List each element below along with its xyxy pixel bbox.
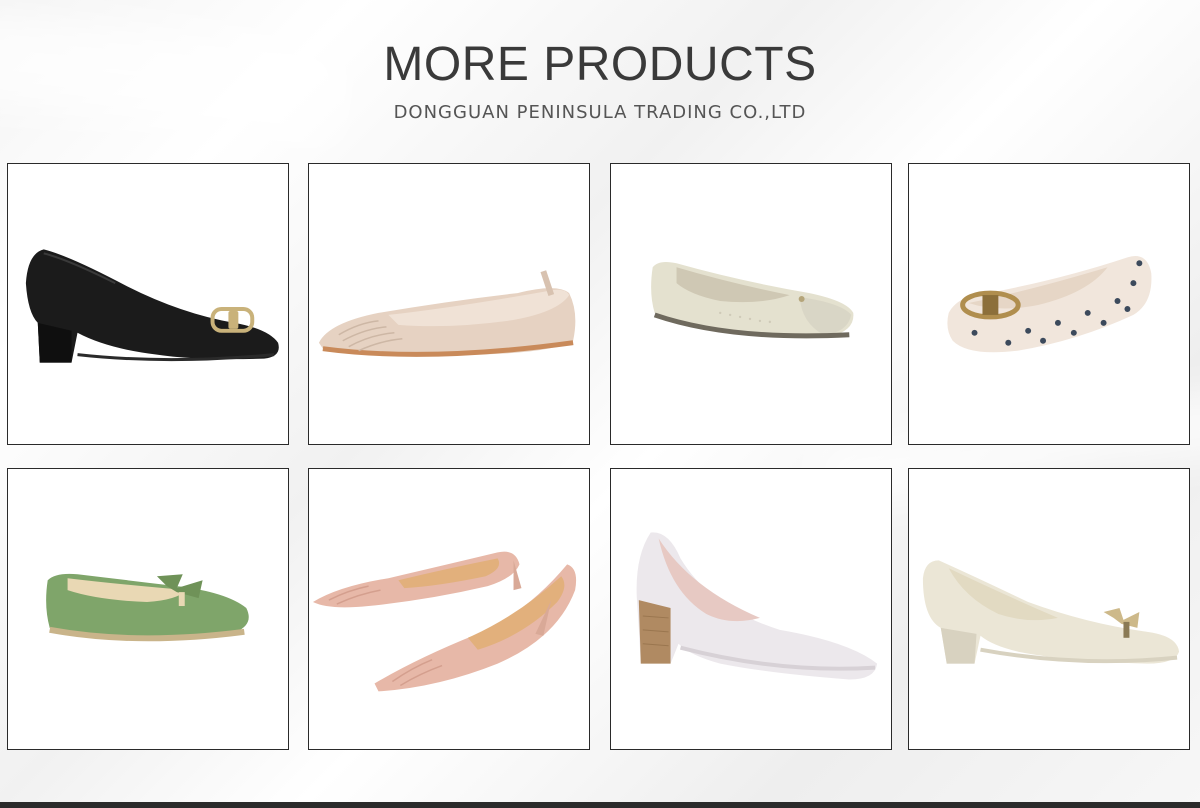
black-block-heel-pump-icon: [25, 249, 279, 363]
product-tile-5[interactable]: [7, 468, 289, 750]
cream-perforated-flat-icon: [651, 261, 854, 339]
bow-print-ballet-flat-icon: [947, 256, 1152, 353]
product-tile-4[interactable]: [908, 163, 1190, 445]
nude-ruched-ballet-flat-icon: [318, 270, 576, 357]
product-tile-8[interactable]: [908, 468, 1190, 750]
product-tile-2[interactable]: [308, 163, 590, 445]
green-bow-loafer-icon: [46, 573, 249, 642]
product-tile-7[interactable]: [610, 468, 892, 750]
product-tile-1[interactable]: [7, 163, 289, 445]
pink-pleated-kitten-heel-pair-icon: [312, 551, 577, 692]
white-patent-block-heel-pump-icon: [636, 532, 878, 680]
ivory-bow-block-heel-pump-icon: [922, 560, 1180, 664]
product-tile-3[interactable]: [610, 163, 892, 445]
product-grid: [0, 0, 1200, 808]
product-tile-6[interactable]: [308, 468, 590, 750]
footer-bar: [0, 802, 1200, 808]
